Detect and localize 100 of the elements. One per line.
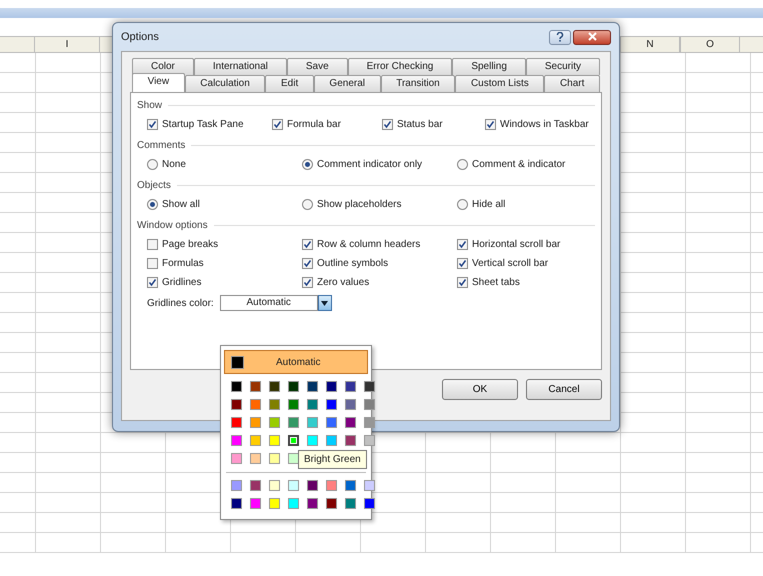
color-swatch[interactable] bbox=[269, 399, 280, 410]
tab[interactable]: Color bbox=[132, 58, 194, 75]
color-swatch[interactable] bbox=[345, 480, 356, 491]
option-label: Windows in Taskbar bbox=[500, 118, 589, 132]
color-swatch[interactable] bbox=[345, 498, 356, 509]
color-swatch[interactable] bbox=[250, 435, 261, 446]
color-swatch[interactable] bbox=[326, 480, 337, 491]
color-swatch[interactable] bbox=[307, 435, 318, 446]
tab[interactable]: International bbox=[194, 58, 287, 75]
radio-button[interactable] bbox=[457, 159, 468, 170]
tab[interactable]: General bbox=[314, 75, 381, 92]
color-dropdown[interactable]: Automatic bbox=[220, 295, 318, 311]
color-swatch[interactable] bbox=[364, 498, 375, 509]
column-header[interactable]: O bbox=[680, 37, 740, 52]
color-swatch[interactable] bbox=[288, 399, 299, 410]
color-swatch[interactable] bbox=[269, 381, 280, 392]
tab[interactable]: Transition bbox=[380, 75, 456, 92]
option-label: Show placeholders bbox=[317, 198, 402, 212]
option-label: Comment & indicator bbox=[472, 158, 566, 172]
color-swatch[interactable] bbox=[288, 453, 299, 464]
radio-button[interactable] bbox=[147, 159, 158, 170]
checkbox[interactable] bbox=[147, 277, 158, 288]
checkbox[interactable] bbox=[302, 258, 313, 269]
option-label: Formulas bbox=[162, 257, 204, 271]
color-swatch[interactable] bbox=[307, 381, 318, 392]
tab[interactable]: Chart bbox=[544, 75, 600, 92]
tab[interactable]: Calculation bbox=[184, 75, 266, 92]
radio-button[interactable] bbox=[302, 159, 313, 170]
color-swatch[interactable] bbox=[326, 435, 337, 446]
checkbox[interactable] bbox=[457, 258, 468, 269]
tab[interactable]: View bbox=[132, 73, 185, 92]
checkbox[interactable] bbox=[147, 258, 158, 269]
color-swatch[interactable] bbox=[288, 498, 299, 509]
color-swatch[interactable] bbox=[288, 417, 299, 428]
color-swatch[interactable] bbox=[307, 480, 318, 491]
color-swatch[interactable] bbox=[364, 435, 375, 446]
color-swatch[interactable] bbox=[326, 381, 337, 392]
color-swatch[interactable] bbox=[345, 381, 356, 392]
checkbox[interactable] bbox=[272, 119, 283, 130]
color-swatch[interactable] bbox=[288, 435, 299, 446]
color-swatch[interactable] bbox=[345, 417, 356, 428]
tab[interactable]: Save bbox=[286, 58, 348, 75]
color-swatch[interactable] bbox=[269, 498, 280, 509]
color-swatch[interactable] bbox=[231, 417, 242, 428]
option-label: Page breaks bbox=[162, 238, 218, 252]
color-swatch[interactable] bbox=[326, 399, 337, 410]
color-swatch[interactable] bbox=[269, 417, 280, 428]
color-swatch[interactable] bbox=[269, 480, 280, 491]
dialog-button[interactable]: OK bbox=[442, 379, 518, 400]
automatic-option[interactable]: Automatic bbox=[224, 350, 368, 374]
checkbox[interactable] bbox=[147, 239, 158, 250]
tab[interactable]: Edit bbox=[265, 75, 314, 92]
color-swatch[interactable] bbox=[364, 480, 375, 491]
color-swatch[interactable] bbox=[288, 381, 299, 392]
checkbox[interactable] bbox=[457, 239, 468, 250]
color-swatch[interactable] bbox=[250, 399, 261, 410]
color-swatch[interactable] bbox=[307, 399, 318, 410]
color-swatch[interactable] bbox=[364, 399, 375, 410]
checkbox[interactable] bbox=[457, 277, 468, 288]
color-swatch[interactable] bbox=[250, 453, 261, 464]
help-button[interactable] bbox=[548, 30, 570, 44]
color-swatch[interactable] bbox=[288, 480, 299, 491]
color-swatch[interactable] bbox=[307, 417, 318, 428]
color-swatch[interactable] bbox=[231, 381, 242, 392]
color-swatch[interactable] bbox=[250, 417, 261, 428]
tab[interactable]: Security bbox=[526, 58, 600, 75]
tab[interactable]: Spelling bbox=[452, 58, 526, 75]
column-header[interactable]: I bbox=[35, 37, 100, 52]
color-swatch[interactable] bbox=[345, 399, 356, 410]
color-swatch[interactable] bbox=[231, 453, 242, 464]
radio-button[interactable] bbox=[457, 199, 468, 210]
checkbox[interactable] bbox=[302, 239, 313, 250]
color-swatch[interactable] bbox=[231, 480, 242, 491]
color-swatch[interactable] bbox=[231, 399, 242, 410]
radio-button[interactable] bbox=[147, 199, 158, 210]
tab[interactable]: Error Checking bbox=[348, 58, 452, 75]
color-swatch[interactable] bbox=[326, 498, 337, 509]
color-swatch[interactable] bbox=[231, 435, 242, 446]
checkbox[interactable] bbox=[485, 119, 496, 130]
dialog-button[interactable]: Cancel bbox=[526, 379, 602, 400]
color-swatch[interactable] bbox=[231, 498, 242, 509]
checkbox[interactable] bbox=[302, 277, 313, 288]
close-button[interactable] bbox=[573, 30, 611, 44]
dropdown-button[interactable] bbox=[318, 295, 332, 311]
color-swatch[interactable] bbox=[269, 435, 280, 446]
color-swatch[interactable] bbox=[364, 417, 375, 428]
option-label: Startup Task Pane bbox=[162, 118, 244, 132]
color-swatch[interactable] bbox=[364, 381, 375, 392]
color-swatch[interactable] bbox=[250, 498, 261, 509]
tab[interactable]: Custom Lists bbox=[455, 75, 544, 92]
color-swatch[interactable] bbox=[326, 417, 337, 428]
color-swatch[interactable] bbox=[269, 453, 280, 464]
color-swatch[interactable] bbox=[345, 435, 356, 446]
radio-button[interactable] bbox=[302, 199, 313, 210]
color-swatch[interactable] bbox=[307, 498, 318, 509]
checkmark-icon bbox=[273, 120, 282, 130]
color-swatch[interactable] bbox=[250, 381, 261, 392]
color-swatch[interactable] bbox=[250, 480, 261, 491]
checkbox[interactable] bbox=[382, 119, 393, 130]
checkbox[interactable] bbox=[147, 119, 158, 130]
